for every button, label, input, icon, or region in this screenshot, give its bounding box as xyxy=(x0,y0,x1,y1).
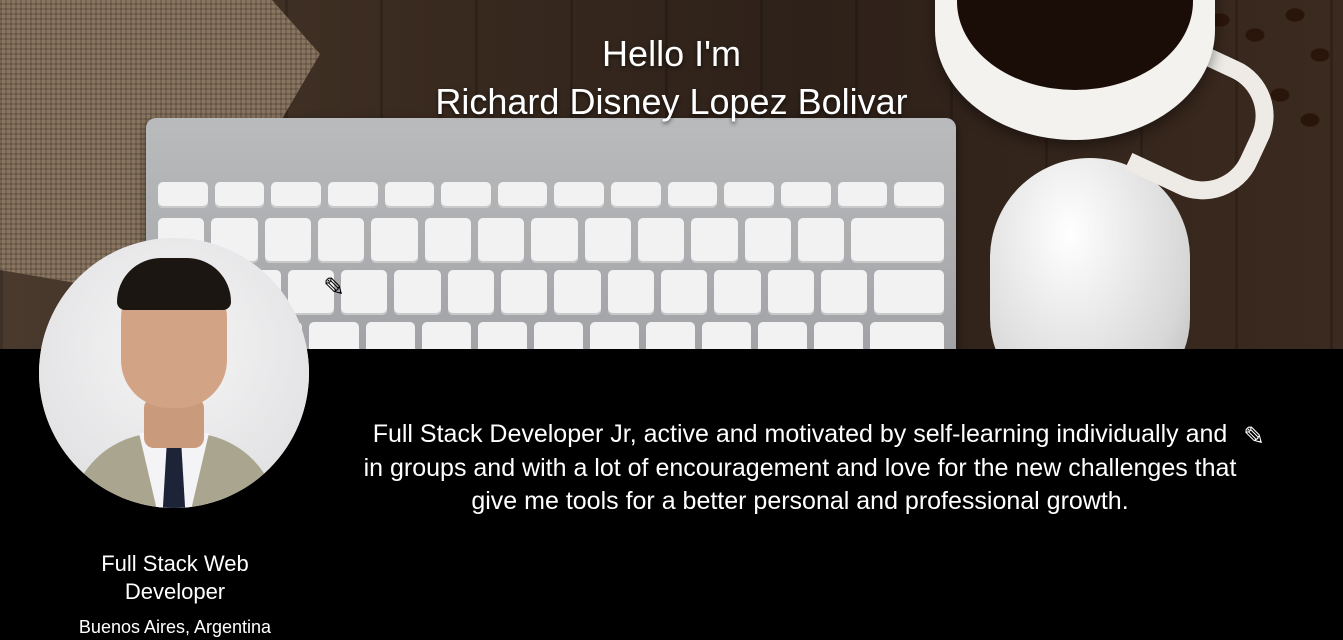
cover-mouse xyxy=(990,158,1190,349)
about-text: Full Stack Developer Jr, active and moti… xyxy=(363,420,1237,515)
job-title: Full Stack Web Developer xyxy=(101,551,249,604)
pencil-icon[interactable]: ✎ xyxy=(320,273,348,301)
location-text: Buenos Aires, Argentina xyxy=(78,617,272,637)
pencil-icon[interactable]: ✎ xyxy=(1240,422,1268,450)
hero-greeting: Hello I'm xyxy=(602,33,741,74)
avatar xyxy=(39,238,309,508)
hero-title: Hello I'm Richard Disney Lopez Bolivar xyxy=(0,30,1343,126)
hero-name: Richard Disney Lopez Bolivar xyxy=(435,81,908,122)
